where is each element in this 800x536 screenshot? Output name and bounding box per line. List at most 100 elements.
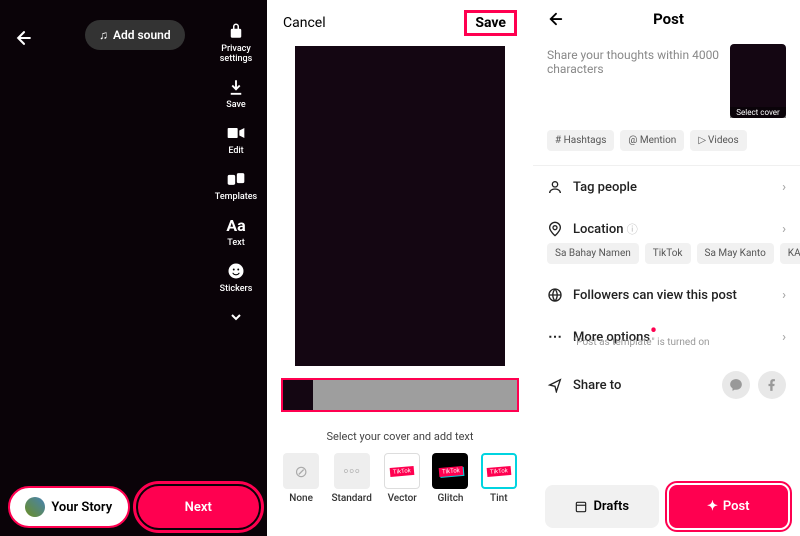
stickers-label: Stickers: [220, 284, 253, 294]
caption-input[interactable]: Share your thoughts within 4000 characte…: [547, 44, 722, 118]
hashtags-chip[interactable]: # Hashtags: [547, 130, 614, 151]
location-icon: [547, 221, 563, 237]
timeline-track: [313, 380, 517, 410]
download-icon: [227, 76, 245, 98]
templates-tool[interactable]: Templates: [211, 168, 261, 202]
filter-tint[interactable]: TikTok Tint: [481, 453, 517, 504]
tint-icon: TikTok: [481, 453, 517, 489]
filter-glitch[interactable]: TikTok Glitch: [432, 453, 468, 504]
location-chip[interactable]: Sa Bahay Namen: [547, 243, 639, 264]
page-title: Post: [577, 10, 760, 28]
filter-label: Standard: [331, 493, 371, 504]
chevron-right-icon: ›: [782, 180, 786, 195]
cover-screen: Cancel Save Select your cover and add te…: [267, 0, 533, 536]
videos-chip[interactable]: ▷Videos: [690, 130, 746, 151]
none-icon: ⊘: [283, 453, 319, 489]
avatar: [25, 497, 45, 517]
share-to-row: Share to: [533, 358, 800, 412]
filter-label: Tint: [490, 493, 508, 504]
cover-timeline[interactable]: [281, 378, 519, 412]
standard-icon: ◦◦◦: [334, 453, 370, 489]
save-tool[interactable]: Save: [211, 76, 261, 110]
templates-label: Templates: [215, 192, 257, 202]
tag-people-label: Tag people: [573, 180, 772, 195]
post-screen: Post Share your thoughts within 4000 cha…: [533, 0, 800, 536]
privacy-tool[interactable]: Privacy settings: [211, 20, 261, 64]
stickers-tool[interactable]: Stickers: [211, 260, 261, 294]
select-cover-thumb[interactable]: Select cover: [730, 44, 786, 118]
your-story-button[interactable]: Your Story: [8, 486, 130, 528]
sticker-icon: [227, 260, 245, 282]
text-label: Text: [227, 238, 244, 248]
tag-people-row[interactable]: Tag people ›: [533, 166, 800, 208]
vector-icon: TikTok: [384, 453, 420, 489]
save-button[interactable]: Save: [464, 10, 517, 36]
location-suggestions: Sa Bahay Namen TikTok Sa May Kanto KAHIT…: [533, 243, 800, 274]
expand-more[interactable]: [211, 306, 261, 328]
back-arrow-icon[interactable]: [547, 10, 565, 28]
next-button[interactable]: Next: [138, 486, 260, 528]
info-icon: ⓘ: [627, 223, 638, 236]
privacy-label: Privacy settings: [211, 44, 261, 64]
chevron-right-icon: ›: [782, 222, 786, 237]
location-chip[interactable]: KAHIT S: [780, 243, 800, 264]
mention-chip[interactable]: @ Mention: [620, 130, 684, 151]
bottom-bar: Your Story Next: [8, 486, 259, 528]
location-label: Location ⓘ: [573, 221, 772, 237]
timeline-selected-frame: [283, 380, 313, 410]
select-cover-label: Select cover: [730, 107, 786, 118]
location-chip[interactable]: TikTok: [645, 243, 691, 264]
back-arrow-icon[interactable]: [14, 28, 34, 48]
filter-standard[interactable]: ◦◦◦ Standard: [331, 453, 371, 504]
messenger-icon[interactable]: [722, 371, 750, 399]
editor-screen: ♫ Add sound Privacy settings Save Edit T…: [0, 0, 267, 536]
filter-label: Vector: [388, 493, 417, 504]
caption-row: Share your thoughts within 4000 characte…: [533, 38, 800, 124]
templates-icon: [226, 168, 246, 190]
edit-tool[interactable]: Edit: [211, 122, 261, 156]
followers-row[interactable]: Followers can view this post ›: [533, 274, 800, 316]
person-icon: [547, 179, 563, 195]
next-label: Next: [185, 500, 212, 515]
glitch-icon: TikTok: [432, 453, 468, 489]
filter-vector[interactable]: TikTok Vector: [384, 453, 420, 504]
music-note-icon: ♫: [99, 28, 108, 42]
post-label: Post: [723, 499, 750, 514]
chevron-right-icon: ›: [782, 288, 786, 303]
play-icon: ▷: [698, 135, 706, 146]
videos-chip-label: Videos: [708, 135, 739, 146]
cover-instruction: Select your cover and add text: [267, 430, 533, 443]
location-chip[interactable]: Sa May Kanto: [697, 243, 774, 264]
location-row[interactable]: Location ⓘ ›: [533, 208, 800, 243]
more-icon: ⋯: [547, 329, 563, 345]
filter-row: ⊘ None ◦◦◦ Standard TikTok Vector TikTok…: [267, 453, 533, 504]
cover-preview: [295, 46, 505, 366]
filter-none[interactable]: ⊘ None: [283, 453, 319, 504]
cancel-button[interactable]: Cancel: [283, 15, 326, 31]
chevron-right-icon: ›: [782, 330, 786, 345]
text-tool[interactable]: Aa Text: [211, 214, 261, 248]
followers-label: Followers can view this post: [573, 288, 772, 303]
edit-icon: [226, 122, 246, 144]
drafts-icon: [574, 500, 588, 514]
globe-icon: [547, 287, 563, 303]
filter-label: None: [289, 493, 313, 504]
facebook-icon[interactable]: [758, 371, 786, 399]
edit-label: Edit: [228, 146, 243, 156]
cover-header: Cancel Save: [267, 0, 533, 46]
share-to-label: Share to: [573, 378, 712, 393]
chevron-down-icon: [228, 306, 244, 328]
lock-icon: [227, 20, 245, 42]
post-button[interactable]: ✦ Post: [669, 485, 789, 528]
drafts-button[interactable]: Drafts: [545, 485, 659, 528]
sparkle-icon: ✦: [707, 499, 718, 514]
drafts-label: Drafts: [593, 499, 629, 514]
your-story-label: Your Story: [51, 500, 112, 515]
text-icon: Aa: [226, 214, 245, 236]
chip-row: # Hashtags @ Mention ▷Videos: [533, 124, 800, 166]
post-header: Post: [533, 0, 800, 38]
add-sound-button[interactable]: ♫ Add sound: [85, 20, 185, 50]
share-icon: [547, 377, 563, 393]
filter-label: Glitch: [437, 493, 463, 504]
add-sound-label: Add sound: [113, 28, 171, 42]
